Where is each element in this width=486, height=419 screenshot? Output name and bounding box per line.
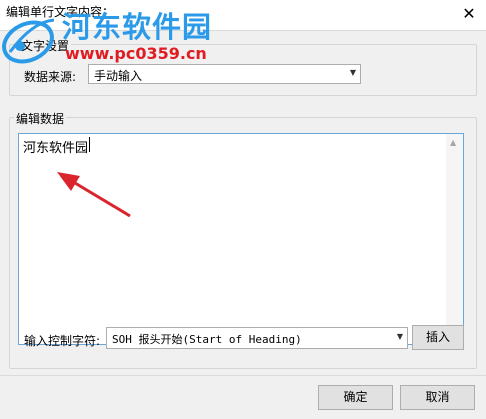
control-char-value: SOH 报头开始(Start of Heading) [112,333,302,346]
edit-data-content: 河东软件园 [23,141,89,156]
edit-data-textarea[interactable]: 河东软件园 ▲ ▼ [18,133,464,345]
cancel-button[interactable]: 取消 [400,385,475,410]
dialog-body: 文字设置 数据来源: 手动输入 ▼ 编辑数据 河东软件园 ▲ ▼ 输入控制字符:… [0,30,486,419]
watermark-url: www.pc0359.cn [65,44,207,63]
chevron-down-icon: ▼ [396,332,403,341]
control-char-select[interactable]: SOH 报头开始(Start of Heading) ▼ [106,327,408,349]
control-char-label: 输入控制字符: [24,334,101,348]
watermark-site-name: 河东软件园 [62,10,213,44]
close-button[interactable]: ✕ [458,3,480,25]
chevron-down-icon: ▼ [349,68,356,77]
insert-button[interactable]: 插入 [412,325,464,350]
watermark-logo [2,18,55,64]
watermark: 河东软件园 www.pc0359.cn [0,0,230,70]
scroll-up-icon[interactable]: ▲ [450,138,456,147]
vertical-scrollbar[interactable]: ▲ ▼ [446,134,463,344]
edit-data-legend: 编辑数据 [14,110,67,127]
data-source-label: 数据来源: [24,70,77,84]
dialog-footer: 确定 取消 [0,375,486,419]
text-caret [89,137,90,152]
ok-button[interactable]: 确定 [318,385,393,410]
